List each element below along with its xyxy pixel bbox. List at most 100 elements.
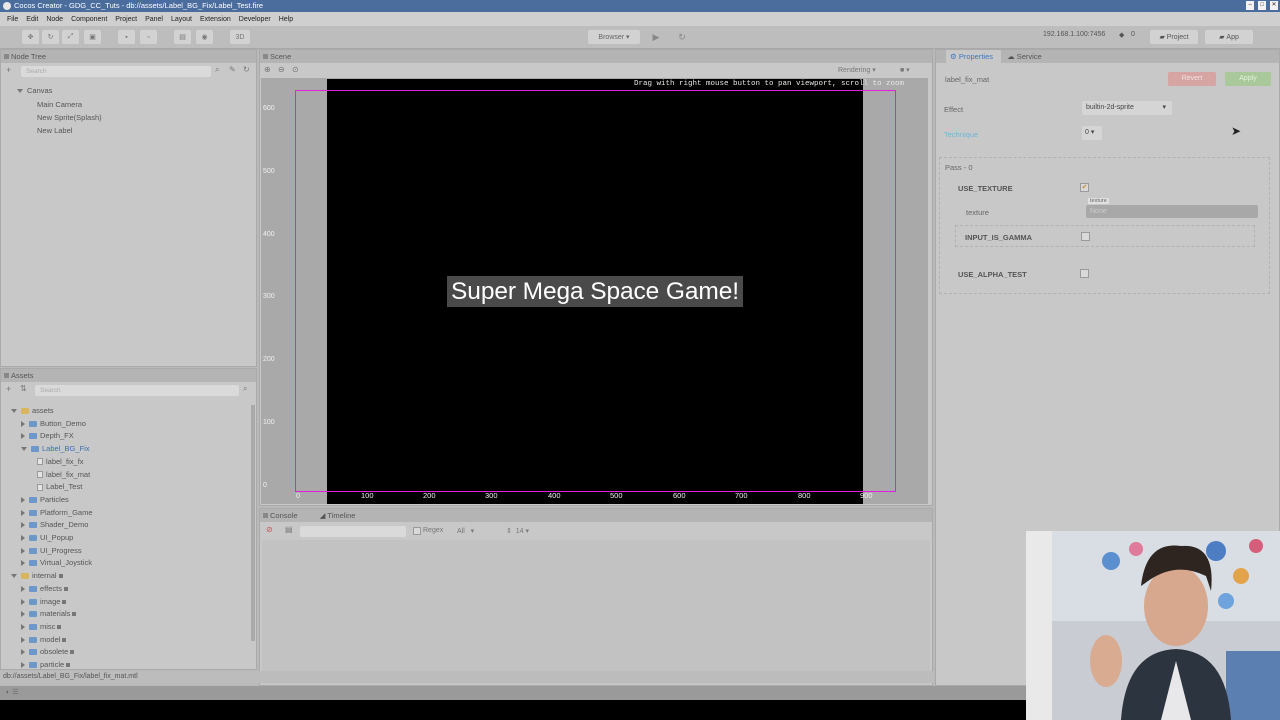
3d-mode-button[interactable]: 3D xyxy=(230,30,250,44)
clear-icon[interactable]: ⊘ xyxy=(266,525,273,534)
asset-item[interactable]: particle xyxy=(21,660,71,669)
menu-node[interactable]: Node xyxy=(42,16,67,23)
add-node-icon[interactable]: + xyxy=(6,65,11,75)
zoom-reset-icon[interactable]: ⊙ xyxy=(292,65,299,74)
tree-node-splash[interactable]: New Sprite(Splash) xyxy=(37,113,102,122)
expand-icon[interactable] xyxy=(21,649,25,656)
close-icon[interactable]: ✕ xyxy=(1270,1,1278,10)
asset-item[interactable]: UI_Popup xyxy=(21,533,73,542)
menu-file[interactable]: File xyxy=(3,16,22,23)
asset-item[interactable]: obsolete xyxy=(21,647,75,656)
play-icon[interactable]: ▶ xyxy=(646,30,666,44)
preview-platform-select[interactable]: Browser ▾ xyxy=(588,30,640,44)
tab-service[interactable]: ☁ Service xyxy=(1007,52,1042,61)
maximize-icon[interactable]: □ xyxy=(1258,1,1266,10)
asset-item[interactable]: Button_Demo xyxy=(21,419,86,428)
asset-item[interactable]: assets xyxy=(11,406,54,415)
menu-help[interactable]: Help xyxy=(275,16,297,23)
minimize-icon[interactable]: – xyxy=(1246,1,1254,10)
font-size-select[interactable]: ⇕ 14 ▾ xyxy=(506,527,529,535)
expand-icon[interactable] xyxy=(17,89,23,94)
asset-item[interactable]: Label_Test xyxy=(37,482,82,491)
expand-icon[interactable] xyxy=(21,560,25,567)
rotate-tool-button[interactable]: ↻ xyxy=(42,30,59,44)
tab-properties[interactable]: ⚙ Properties xyxy=(946,50,1002,63)
camera-icon[interactable]: ■ ▾ xyxy=(900,66,910,74)
zoom-out-icon[interactable]: ⊖ xyxy=(278,65,285,74)
expand-icon[interactable] xyxy=(21,535,25,542)
regex-checkbox[interactable] xyxy=(413,527,421,535)
asset-item[interactable]: label_fix_fx xyxy=(37,457,84,466)
tree-node-canvas[interactable]: Canvas xyxy=(17,86,52,95)
tab-timeline[interactable]: ◢ Timeline xyxy=(320,511,356,520)
locate-icon[interactable]: ✎ xyxy=(229,65,236,74)
rendering-dropdown[interactable]: Rendering ▾ xyxy=(838,66,876,74)
input-is-gamma-checkbox[interactable] xyxy=(1081,232,1090,241)
asset-item[interactable]: Label_BG_Fix xyxy=(21,444,90,453)
expand-icon[interactable] xyxy=(21,547,25,554)
move-tool-button[interactable]: ✥ xyxy=(22,30,39,44)
technique-select[interactable]: 0 ▾ xyxy=(1082,126,1102,140)
tree-node-main-camera[interactable]: Main Camera xyxy=(37,100,82,109)
asset-item[interactable]: materials xyxy=(21,609,77,618)
expand-icon[interactable] xyxy=(21,496,25,503)
asset-item[interactable]: label_fix_mat xyxy=(37,470,90,479)
use-texture-checkbox[interactable]: ✔ xyxy=(1080,183,1089,192)
expand-icon[interactable] xyxy=(21,611,25,618)
expand-icon[interactable] xyxy=(21,623,25,630)
zoom-in-icon[interactable]: ⊕ xyxy=(264,65,271,74)
asset-item[interactable]: Particles xyxy=(21,495,69,504)
expand-icon[interactable] xyxy=(11,574,17,579)
asset-search-input[interactable]: Search xyxy=(35,385,239,396)
menu-panel[interactable]: Panel xyxy=(141,16,167,23)
search-icon[interactable]: ⌕ xyxy=(215,65,219,75)
node-search-input[interactable]: Search xyxy=(21,66,211,77)
menu-extension[interactable]: Extension xyxy=(196,16,235,23)
open-log-icon[interactable]: ▤ xyxy=(285,525,293,534)
expand-icon[interactable] xyxy=(11,409,17,414)
texture-asset-field[interactable]: None xyxy=(1086,205,1258,218)
effect-select[interactable]: builtin-2d-sprite ▾ xyxy=(1082,101,1172,115)
expand-icon[interactable] xyxy=(21,598,25,605)
asset-item[interactable]: Platform_Game xyxy=(21,508,93,517)
global-button[interactable]: ◉ xyxy=(196,30,213,44)
expand-icon[interactable] xyxy=(21,662,25,669)
open-project-button[interactable]: ▰ Project xyxy=(1150,30,1198,44)
asset-item[interactable]: Depth_FX xyxy=(21,431,74,440)
pivot-button[interactable]: ▪ xyxy=(118,30,135,44)
log-icon[interactable]: ◐ ☰ xyxy=(6,688,18,696)
expand-icon[interactable] xyxy=(21,522,25,529)
asset-item[interactable]: Shader_Demo xyxy=(21,520,88,529)
anchor-button[interactable]: ▫ xyxy=(140,30,157,44)
add-asset-icon[interactable]: + xyxy=(6,384,11,394)
asset-item[interactable]: effects xyxy=(21,584,68,593)
local-button[interactable]: ▤ xyxy=(174,30,191,44)
asset-item[interactable]: internal xyxy=(11,571,63,580)
asset-item[interactable]: Virtual_Joystick xyxy=(21,558,92,567)
log-level-select[interactable]: All ▾ xyxy=(457,527,474,535)
expand-icon[interactable] xyxy=(21,433,25,440)
scale-tool-button[interactable]: ⤢ xyxy=(62,30,79,44)
revert-button[interactable]: Revert xyxy=(1168,72,1216,86)
asset-item[interactable]: misc xyxy=(21,622,62,631)
asset-scrollbar[interactable] xyxy=(251,405,255,641)
menu-component[interactable]: Component xyxy=(67,16,111,23)
open-app-button[interactable]: ▰ App xyxy=(1205,30,1253,44)
menu-developer[interactable]: Developer xyxy=(235,16,275,23)
rect-tool-button[interactable]: ▣ xyxy=(84,30,101,44)
expand-icon[interactable] xyxy=(21,636,25,643)
use-alpha-test-checkbox[interactable] xyxy=(1080,269,1089,278)
expand-icon[interactable] xyxy=(21,420,25,427)
tab-console[interactable]: Console xyxy=(270,511,298,520)
menu-layout[interactable]: Layout xyxy=(167,16,196,23)
expand-icon[interactable] xyxy=(21,509,25,516)
apply-button[interactable]: Apply xyxy=(1225,72,1271,86)
asset-item[interactable]: image xyxy=(21,597,67,606)
selected-label-node[interactable]: Super Mega Space Game! xyxy=(447,276,743,307)
expand-icon[interactable] xyxy=(21,447,27,452)
refresh-icon[interactable]: ↻ xyxy=(243,65,250,74)
tree-node-label[interactable]: New Label xyxy=(37,126,72,135)
asset-item[interactable]: UI_Progress xyxy=(21,546,82,555)
search-icon[interactable]: ⌕ xyxy=(243,384,247,394)
expand-icon[interactable] xyxy=(21,585,25,592)
